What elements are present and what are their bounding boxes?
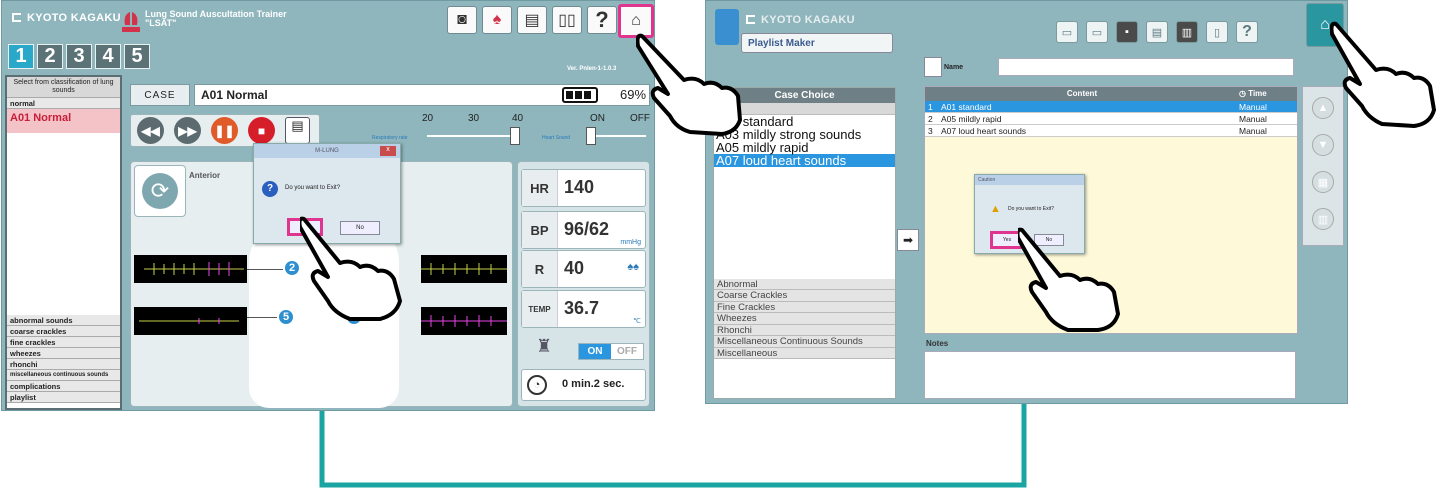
connector-line — [319, 404, 1027, 488]
